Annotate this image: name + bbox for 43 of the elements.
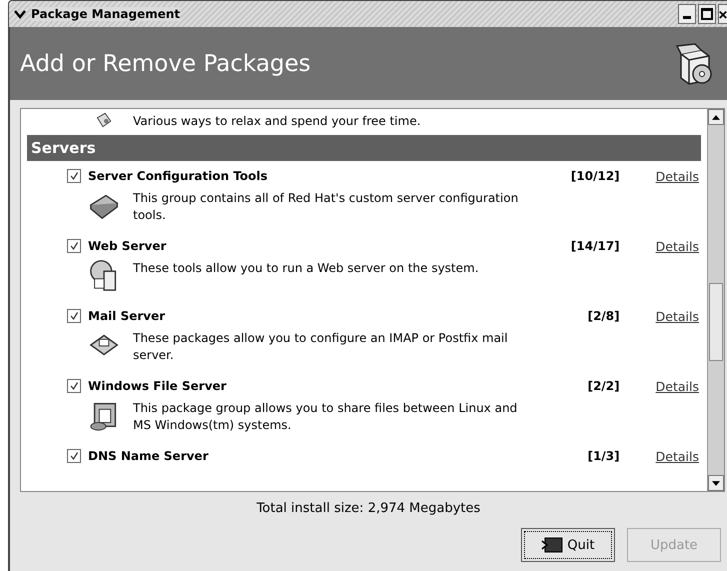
group-description: This package group allows you to share files between Linux and MS Windows(tm) systems. (133, 400, 518, 434)
details-link[interactable]: Details (656, 378, 699, 394)
group-description: This group contains all of Red Hat's custom server configuration tools. (133, 190, 520, 224)
checkbox[interactable] (67, 449, 81, 463)
scroll-up-icon[interactable] (712, 114, 720, 120)
package-count: [2/8] (586, 309, 620, 323)
minimize-button[interactable] (678, 4, 696, 24)
maximize-button[interactable] (698, 4, 716, 24)
package-count: [1/3] (586, 449, 620, 463)
package-count: [10/12] (570, 169, 620, 183)
package-count: [2/2] (586, 379, 620, 393)
install-size-label: Total install size: 2,974 Megabytes (256, 500, 482, 516)
checkbox[interactable] (67, 309, 81, 323)
window-title: Package Management (31, 7, 180, 21)
scrollbar-thumb[interactable] (709, 283, 723, 361)
details-link[interactable]: Details (656, 168, 699, 184)
category-header: Servers (27, 135, 701, 161)
checkbox[interactable] (67, 169, 81, 183)
quit-button[interactable]: Quit (521, 528, 615, 562)
details-link[interactable]: Details (656, 308, 699, 324)
exit-icon (541, 537, 564, 553)
header-title: Add or Remove Packages (20, 50, 311, 76)
details-link[interactable]: Details (656, 238, 699, 254)
details-link[interactable]: Details (656, 448, 699, 464)
checkmark-icon (69, 171, 79, 181)
checkmark-icon (69, 451, 79, 461)
group-description: Various ways to relax and spend your free time. (133, 112, 422, 130)
checkmark-icon (69, 381, 79, 391)
checkbox[interactable] (67, 239, 81, 253)
scroll-down-icon[interactable] (712, 480, 720, 486)
close-button[interactable] (718, 4, 727, 24)
group-description: These tools allow you to run a Web server on the system. (133, 260, 480, 277)
checkmark-icon (69, 241, 79, 251)
group-description: These packages allow you to configure an IMAP or Postfix mail server. (133, 330, 509, 364)
group-name: Server Configuration Tools (88, 169, 268, 183)
group-name: Windows File Server (88, 379, 226, 393)
checkmark-icon (69, 311, 79, 321)
scrollbar[interactable] (707, 109, 724, 491)
group-name: Web Server (88, 239, 166, 253)
group-name: DNS Name Server (88, 449, 208, 463)
checkbox[interactable] (67, 379, 81, 393)
group-name: Mail Server (88, 309, 166, 323)
package-count: [14/17] (570, 239, 620, 253)
